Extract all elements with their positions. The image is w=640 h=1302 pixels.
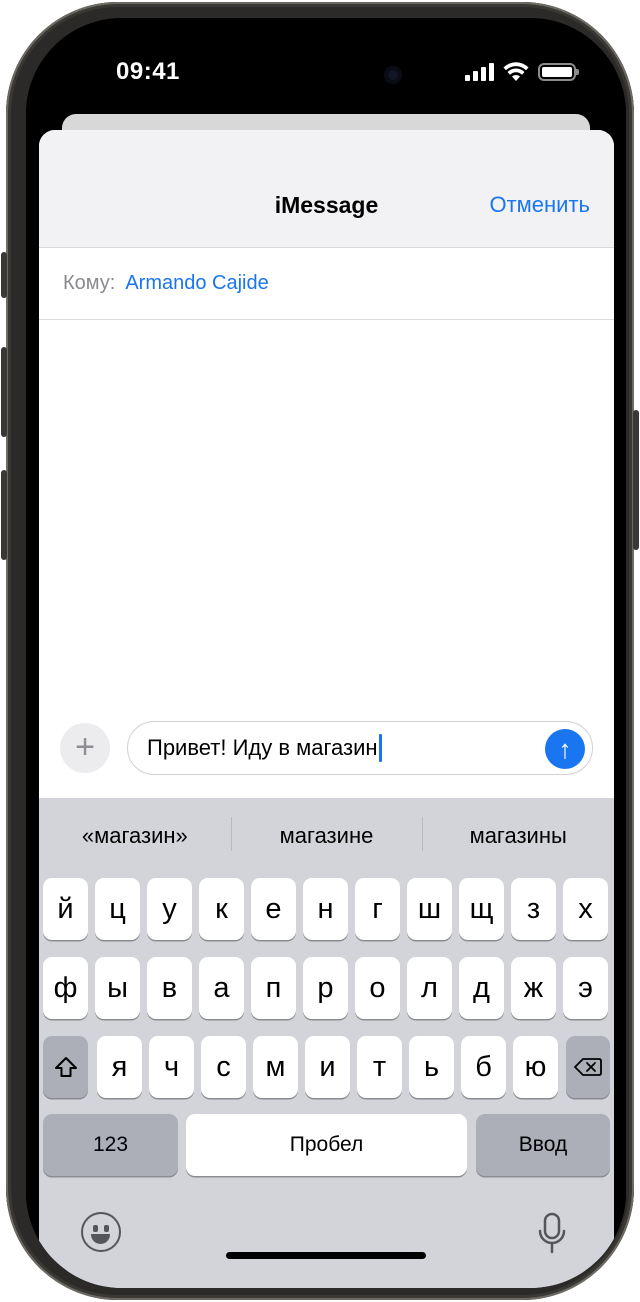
status-icons — [465, 62, 579, 82]
power-button — [633, 410, 639, 550]
suggestion-2[interactable]: магазине — [230, 817, 423, 851]
shift-key[interactable] — [43, 1036, 88, 1098]
key-row2-8[interactable]: д — [459, 957, 504, 1019]
compose-bar: + Привет! Иду в магазин ↑ — [39, 710, 614, 792]
key-row1-10[interactable]: х — [563, 878, 608, 940]
phone-frame: 09:41 iMessage Отменить Кому: Armando Ca… — [1, 2, 639, 1300]
status-time: 09:41 — [116, 58, 180, 85]
key-row3-8[interactable]: ю — [513, 1036, 558, 1098]
key-row3-1[interactable]: ч — [149, 1036, 194, 1098]
key-row3-6[interactable]: ь — [409, 1036, 454, 1098]
key-row2-3[interactable]: а — [199, 957, 244, 1019]
key-row2-5[interactable]: р — [303, 957, 348, 1019]
key-row3-0[interactable]: я — [97, 1036, 142, 1098]
key-row3-4[interactable]: и — [305, 1036, 350, 1098]
key-row3-5[interactable]: т — [357, 1036, 402, 1098]
key-row2-0[interactable]: ф — [43, 957, 88, 1019]
new-message-sheet: iMessage Отменить Кому: Armando Cajide +… — [39, 130, 614, 1288]
message-text: Привет! Иду в магазин — [147, 735, 378, 760]
key-row2-10[interactable]: э — [563, 957, 608, 1019]
return-key[interactable]: Ввод — [476, 1114, 610, 1176]
camera-icon — [384, 66, 402, 84]
cancel-button[interactable]: Отменить — [489, 192, 590, 218]
backspace-key[interactable] — [566, 1036, 610, 1098]
space-key[interactable]: Пробел — [186, 1114, 467, 1176]
navigation-bar: iMessage Отменить — [39, 130, 614, 248]
signal-icon — [465, 63, 494, 81]
recipient-name[interactable]: Armando Cajide — [125, 272, 268, 295]
action-button — [1, 252, 7, 298]
recipient-row[interactable]: Кому: Armando Cajide — [39, 248, 614, 320]
suggestion-bar: «магазин» магазине магазины — [39, 798, 614, 874]
volume-up-button — [1, 347, 7, 437]
key-row2-1[interactable]: ы — [95, 957, 140, 1019]
backspace-icon — [574, 1058, 602, 1076]
keyboard-bottom-bar — [39, 1212, 614, 1272]
key-row2-2[interactable]: в — [147, 957, 192, 1019]
wifi-icon — [503, 62, 529, 81]
key-row1-0[interactable]: й — [43, 878, 88, 940]
key-row2-7[interactable]: л — [407, 957, 452, 1019]
emoji-icon[interactable] — [81, 1212, 121, 1252]
message-input[interactable]: Привет! Иду в магазин ↑ — [127, 721, 593, 775]
key-row1-9[interactable]: з — [511, 878, 556, 940]
key-row1-2[interactable]: у — [147, 878, 192, 940]
keyboard-row-4: 123 Пробел Ввод — [39, 1114, 614, 1176]
keyboard-row-2: фывапролджэ — [39, 957, 614, 1019]
keyboard-row-1: йцукенгшщзх — [39, 878, 614, 940]
key-row3-3[interactable]: м — [253, 1036, 298, 1098]
keyboard: «магазин» магазине магазины йцукенгшщзх … — [39, 798, 614, 1288]
to-label: Кому: — [63, 272, 116, 294]
key-row1-5[interactable]: н — [303, 878, 348, 940]
text-cursor — [378, 734, 382, 762]
key-row2-6[interactable]: о — [355, 957, 400, 1019]
key-row1-4[interactable]: е — [251, 878, 296, 940]
home-indicator — [226, 1252, 426, 1259]
suggestion-3[interactable]: магазины — [422, 817, 614, 851]
key-row1-3[interactable]: к — [199, 878, 244, 940]
key-row1-1[interactable]: ц — [95, 878, 140, 940]
key-row3-7[interactable]: б — [461, 1036, 506, 1098]
keyboard-row-3: ячсмитьбю — [39, 1036, 614, 1098]
key-row3-2[interactable]: с — [201, 1036, 246, 1098]
key-row2-4[interactable]: п — [251, 957, 296, 1019]
key-row1-6[interactable]: г — [355, 878, 400, 940]
plus-icon[interactable]: + — [60, 723, 110, 773]
screen: 09:41 iMessage Отменить Кому: Armando Ca… — [26, 18, 626, 1288]
suggestion-1[interactable]: «магазин» — [39, 823, 231, 849]
numbers-key[interactable]: 123 — [43, 1114, 178, 1176]
microphone-icon[interactable] — [536, 1212, 568, 1256]
key-row2-9[interactable]: ж — [511, 957, 556, 1019]
send-button[interactable]: ↑ — [545, 729, 585, 769]
key-row1-8[interactable]: щ — [459, 878, 504, 940]
volume-down-button — [1, 470, 7, 560]
key-row1-7[interactable]: ш — [407, 878, 452, 940]
battery-icon — [538, 63, 579, 81]
shift-icon — [54, 1057, 77, 1077]
